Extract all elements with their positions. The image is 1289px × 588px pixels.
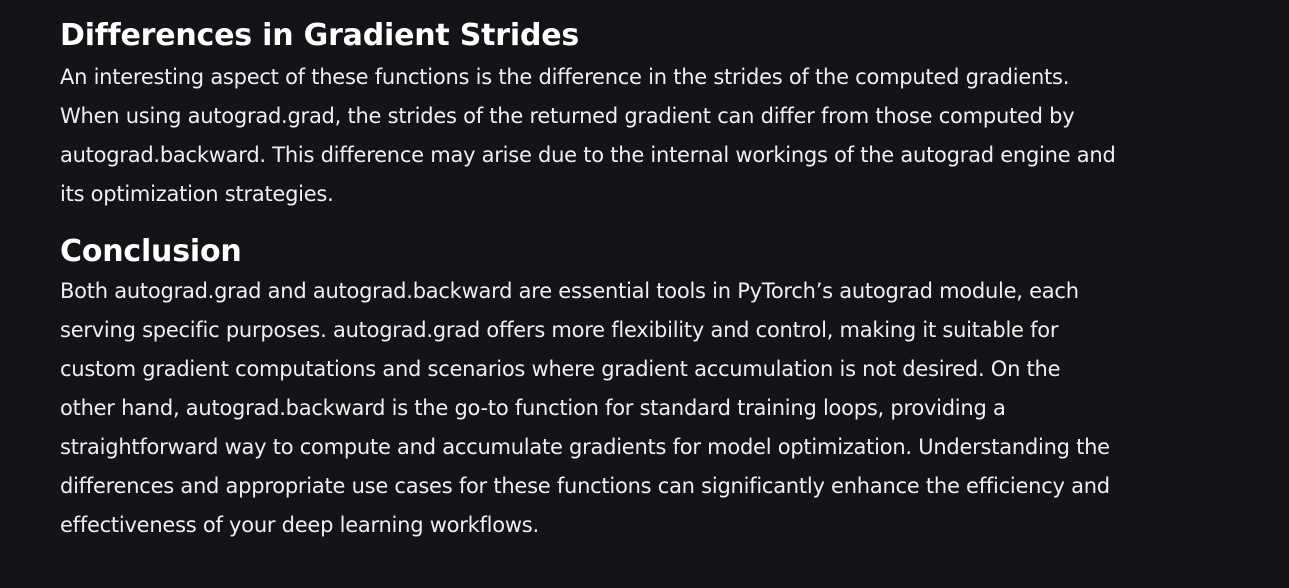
article-content: Differences in Gradient Strides An inter… bbox=[60, 14, 1120, 545]
section-conclusion: Conclusion Both autograd.grad and autogr… bbox=[60, 232, 1120, 545]
section-gradient-strides: Differences in Gradient Strides An inter… bbox=[60, 14, 1120, 214]
section-heading: Conclusion bbox=[60, 234, 242, 269]
section-paragraph: An interesting aspect of these functions… bbox=[60, 65, 1116, 206]
section-paragraph: Both autograd.grad and autograd.backward… bbox=[60, 279, 1110, 537]
section-heading: Differences in Gradient Strides bbox=[60, 18, 580, 53]
